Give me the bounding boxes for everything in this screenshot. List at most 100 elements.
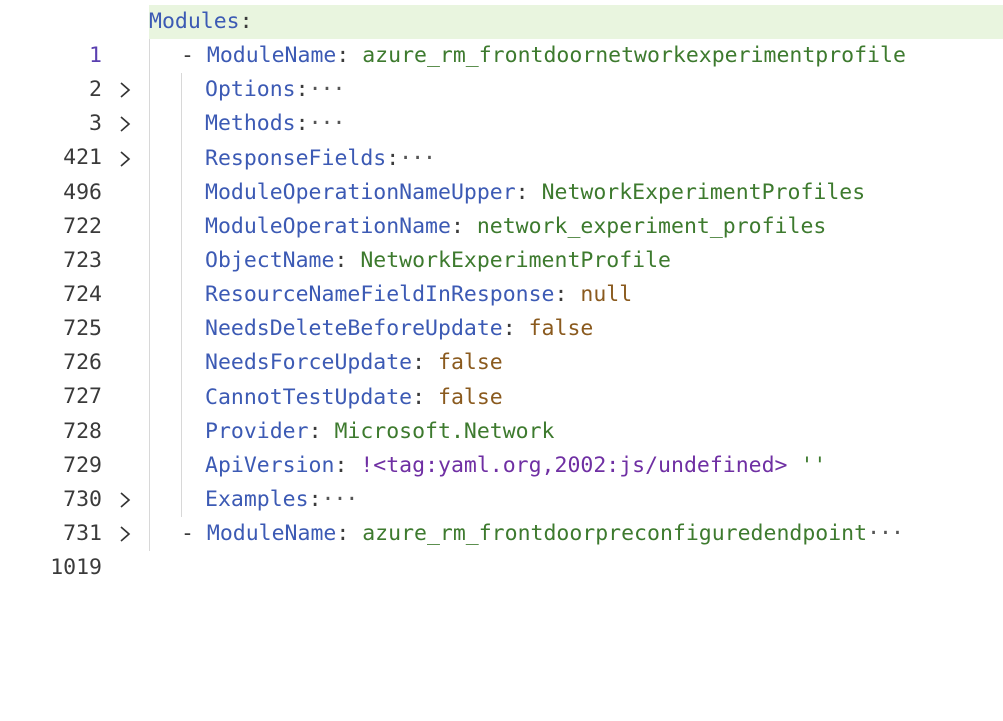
code-line[interactable]: 730 ApiVersion: !<tag:yaml.org,2002:js/u… — [0, 448, 1003, 512]
code-text[interactable]: Options:··· — [205, 73, 346, 107]
indent-guide — [181, 243, 182, 279]
indent-guide — [181, 312, 182, 347]
code-line[interactable]: 726 NeedsDeleteBeforeUpdate: false — [0, 312, 1003, 375]
yaml-key: ResponseFields — [205, 145, 387, 171]
indent-guide — [181, 278, 182, 313]
yaml-literal: null — [580, 282, 633, 308]
yaml-separator: : — [239, 9, 253, 34]
indent-guide — [181, 175, 182, 210]
code-text[interactable]: ApiVersion: !<tag:yaml.org,2002:js/undef… — [205, 449, 826, 483]
code-text[interactable]: NeedsDeleteBeforeUpdate: false — [205, 312, 593, 346]
folded-ellipsis[interactable]: ··· — [309, 111, 346, 136]
code-line[interactable]: 727 NeedsForceUpdate: false — [0, 346, 1003, 409]
indent-guide — [149, 346, 150, 381]
code-line[interactable]: 1019 - ModuleName: azure_rm_frontdoorpre… — [0, 517, 1003, 580]
indent-guide — [149, 73, 150, 108]
code-line[interactable]: 421 Methods:··· — [0, 107, 1003, 170]
chevron-right-icon[interactable] — [117, 526, 133, 542]
folded-ellipsis[interactable]: ··· — [867, 521, 904, 546]
code-text[interactable]: Modules: — [149, 5, 253, 39]
code-text[interactable]: - ModuleName: azure_rm_frontdoorpreconfi… — [181, 517, 904, 551]
yaml-literal: false — [438, 384, 503, 410]
indent-guide — [181, 73, 182, 108]
indent-guide — [149, 448, 150, 483]
yaml-separator: : — [386, 145, 400, 171]
yaml-value: NetworkExperimentProfile — [360, 247, 672, 273]
yaml-key: Options — [205, 77, 296, 103]
code-text[interactable]: Examples:··· — [205, 483, 359, 517]
chevron-right-icon[interactable] — [117, 492, 133, 508]
yaml-key: NeedsForceUpdate — [205, 350, 413, 376]
code-line[interactable]: 731 Examples:··· — [0, 482, 1003, 546]
indent-guide — [181, 209, 182, 244]
list-dash: - — [181, 43, 207, 69]
code-line[interactable]: 2 - ModuleName: azure_rm_frontdoornetwor… — [0, 39, 1003, 102]
folded-ellipsis[interactable]: ··· — [399, 146, 436, 171]
indent-guide — [181, 346, 182, 381]
code-line[interactable]: 729 Provider: Microsoft.Network — [0, 414, 1003, 478]
chevron-right-icon[interactable] — [117, 82, 133, 98]
yaml-separator: : — [334, 247, 361, 273]
code-text[interactable]: Methods:··· — [205, 107, 346, 141]
code-text[interactable]: ResponseFields:··· — [205, 142, 436, 176]
indent-guide — [149, 482, 150, 518]
code-line[interactable]: 728 CannotTestUpdate: false — [0, 380, 1003, 444]
indent-guide — [149, 380, 150, 415]
yaml-key: Examples — [205, 486, 309, 512]
yaml-separator: : — [450, 213, 477, 239]
folded-ellipsis[interactable]: ··· — [322, 487, 359, 512]
yaml-separator: : — [308, 418, 335, 444]
code-editor[interactable]: 1 Modules: 2 - ModuleName: azure_rm_fron… — [0, 5, 1003, 580]
yaml-value: NetworkExperimentProfiles — [541, 179, 866, 205]
code-text[interactable]: NeedsForceUpdate: false — [205, 346, 503, 380]
code-line[interactable]: 1 Modules: — [0, 5, 1003, 68]
code-text[interactable]: ResourceNameFieldInResponse: null — [205, 278, 632, 312]
yaml-key: ModuleName — [206, 43, 337, 69]
code-text[interactable]: ModuleOperationNameUpper: NetworkExperim… — [205, 176, 865, 210]
code-line[interactable]: 723 ModuleOperationName: network_experim… — [0, 209, 1003, 273]
yaml-separator: : — [412, 350, 438, 376]
yaml-literal: false — [528, 316, 594, 342]
code-text[interactable]: CannotTestUpdate: false — [205, 381, 503, 415]
indent-guide — [149, 39, 150, 74]
yaml-key: ApiVersion — [205, 452, 335, 478]
yaml-key: Provider — [205, 418, 309, 444]
indent-guide — [149, 141, 150, 176]
code-text[interactable]: ModuleOperationName: network_experiment_… — [205, 210, 826, 244]
yaml-key: NeedsDeleteBeforeUpdate — [205, 316, 503, 342]
yaml-value: azure_rm_frontdoorpreconfiguredendpoint — [362, 521, 868, 547]
indent-guide — [149, 517, 150, 552]
yaml-separator: : — [295, 111, 309, 137]
code-text[interactable]: ObjectName: NetworkExperimentProfile — [205, 244, 671, 278]
yaml-separator: : — [336, 521, 363, 547]
yaml-key: ObjectName — [205, 247, 335, 273]
yaml-separator: : — [412, 384, 438, 410]
yaml-empty-string: '' — [787, 452, 827, 478]
chevron-right-icon[interactable] — [117, 150, 133, 167]
indent-guide — [181, 107, 182, 142]
yaml-key: ModuleName — [206, 521, 337, 547]
current-line-highlight — [149, 5, 1003, 40]
indent-guide — [149, 414, 150, 449]
code-text[interactable]: Provider: Microsoft.Network — [205, 415, 555, 449]
code-line[interactable]: 724 ObjectName: NetworkExperimentProfile — [0, 243, 1003, 307]
folded-ellipsis[interactable]: ··· — [309, 77, 346, 102]
chevron-right-icon[interactable] — [117, 116, 133, 133]
indent-guide — [181, 141, 182, 176]
indent-guide — [149, 175, 150, 210]
yaml-separator: : — [502, 316, 529, 342]
indent-guide — [181, 448, 182, 483]
indent-guide — [149, 243, 150, 279]
code-line[interactable]: 3 Options:··· — [0, 73, 1003, 136]
code-line[interactable]: 722 ModuleOperationNameUpper: NetworkExp… — [0, 175, 1003, 239]
code-line[interactable]: 725 ResourceNameFieldInResponse: null — [0, 278, 1003, 341]
yaml-separator: : — [515, 179, 542, 205]
yaml-tag: !<tag:yaml.org,2002:js/undefined> — [360, 452, 788, 478]
code-text[interactable]: - ModuleName: azure_rm_frontdoornetworke… — [181, 39, 906, 73]
indent-guide — [149, 107, 150, 142]
code-line[interactable]: 496 ResponseFields:··· — [0, 141, 1003, 205]
yaml-key: ModuleOperationName — [205, 213, 451, 239]
yaml-literal: false — [438, 350, 503, 376]
yaml-key: Methods — [205, 111, 296, 137]
yaml-key: ModuleOperationNameUpper — [205, 179, 516, 205]
